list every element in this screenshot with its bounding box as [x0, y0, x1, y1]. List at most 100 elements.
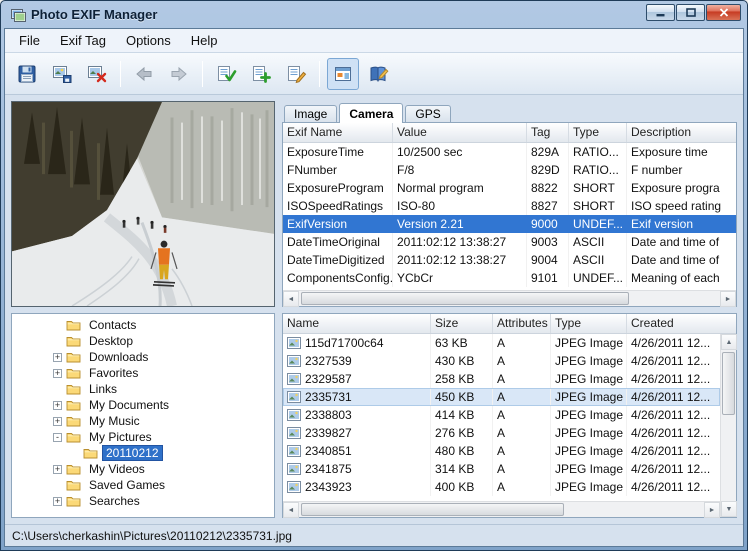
tree-item[interactable]: + My Videos — [12, 461, 274, 477]
file-row[interactable]: 2343923 400 KB A JPEG Image 4/26/2011 12… — [283, 478, 720, 496]
maximize-button[interactable] — [676, 4, 705, 21]
scrollbar-thumb[interactable] — [301, 503, 564, 516]
file-row[interactable]: 2341875 314 KB A JPEG Image 4/26/2011 12… — [283, 460, 720, 478]
column-header[interactable]: Created — [627, 314, 736, 333]
tree-expander-icon[interactable]: + — [53, 465, 62, 474]
column-header[interactable]: Tag — [527, 123, 569, 142]
tree-expander-icon[interactable] — [53, 481, 62, 490]
minimize-button[interactable] — [646, 4, 675, 21]
file-horizontal-scrollbar[interactable]: ◄ ► — [283, 501, 720, 517]
scrollbar-track[interactable] — [299, 291, 720, 306]
delete-exif-button[interactable] — [81, 58, 113, 90]
status-path-text: C:\Users\cherkashin\Pictures\20110212\23… — [12, 529, 292, 543]
folder-icon — [66, 495, 81, 507]
tree-item[interactable]: Desktop — [12, 333, 274, 349]
save-button[interactable] — [11, 58, 43, 90]
exif-row[interactable]: ExposureTime 10/2500 sec 829A RATIO... E… — [283, 143, 736, 161]
tree-item[interactable]: + Downloads — [12, 349, 274, 365]
exif-row[interactable]: ISOSpeedRatings ISO-80 8827 SHORT ISO sp… — [283, 197, 736, 215]
save-icon — [16, 63, 38, 85]
column-header[interactable]: Type — [551, 314, 627, 333]
tab[interactable]: GPS — [405, 105, 450, 122]
menu-item[interactable]: Options — [116, 30, 181, 51]
scroll-down-button[interactable]: ▼ — [721, 501, 737, 517]
tab[interactable]: Camera — [339, 103, 403, 123]
exif-row[interactable]: ExposureProgram Normal program 8822 SHOR… — [283, 179, 736, 197]
file-row[interactable]: 2327539 430 KB A JPEG Image 4/26/2011 12… — [283, 352, 720, 370]
exif-description-cell: Exif version — [627, 215, 736, 233]
tree-item[interactable]: - My Pictures — [12, 429, 274, 445]
file-vertical-scrollbar[interactable]: ▲ ▼ — [720, 334, 736, 517]
title-bar[interactable]: Photo EXIF Manager — [4, 1, 744, 28]
folder-icon — [66, 319, 81, 331]
tree-expander-icon[interactable] — [53, 321, 62, 330]
column-header[interactable]: Attributes — [493, 314, 551, 333]
file-name-cell: 2340851 — [283, 442, 431, 460]
exif-row[interactable]: DateTimeDigitized 2011:02:12 13:38:27 90… — [283, 251, 736, 269]
tree-expander-icon[interactable]: + — [53, 497, 62, 506]
file-size-cell: 63 KB — [431, 334, 493, 352]
scrollbar-thumb[interactable] — [301, 292, 629, 305]
tree-item[interactable]: + My Documents — [12, 397, 274, 413]
tree-expander-icon[interactable]: + — [53, 369, 62, 378]
scroll-right-button[interactable]: ► — [720, 291, 736, 307]
tree-item[interactable]: + My Music — [12, 413, 274, 429]
tree-expander-icon[interactable] — [53, 385, 62, 394]
tree-item[interactable]: Contacts — [12, 317, 274, 333]
help-book-button[interactable] — [362, 58, 394, 90]
column-header[interactable]: Name — [283, 314, 431, 333]
column-header[interactable]: Description — [627, 123, 736, 142]
file-row[interactable]: 2335731 450 KB A JPEG Image 4/26/2011 12… — [283, 388, 720, 406]
add-tag-button[interactable] — [245, 58, 277, 90]
tab[interactable]: Image — [284, 105, 337, 122]
tree-expander-icon[interactable]: + — [53, 401, 62, 410]
menu-item[interactable]: Exif Tag — [50, 30, 116, 51]
scrollbar-track[interactable] — [721, 350, 736, 501]
file-row[interactable]: 2340851 480 KB A JPEG Image 4/26/2011 12… — [283, 442, 720, 460]
scroll-left-button[interactable]: ◄ — [283, 291, 299, 307]
undo-button[interactable] — [128, 58, 160, 90]
preview-toggle-button[interactable] — [327, 58, 359, 90]
tree-item-label: Contacts — [85, 317, 140, 333]
close-button[interactable] — [706, 4, 741, 21]
file-row[interactable]: 2329587 258 KB A JPEG Image 4/26/2011 12… — [283, 370, 720, 388]
file-row[interactable]: 115d71700c64 63 KB A JPEG Image 4/26/201… — [283, 334, 720, 352]
tree-expander-icon[interactable]: + — [53, 353, 62, 362]
exif-type-cell: UNDEF... — [569, 269, 627, 287]
file-attributes-cell: A — [493, 406, 551, 424]
exif-row[interactable]: DateTimeOriginal 2011:02:12 13:38:27 900… — [283, 233, 736, 251]
exif-row[interactable]: FNumber F/8 829D RATIO... F number — [283, 161, 736, 179]
scrollbar-track[interactable] — [299, 502, 704, 517]
scroll-up-button[interactable]: ▲ — [721, 334, 737, 350]
tree-expander-icon[interactable]: + — [53, 417, 62, 426]
tree-expander-icon[interactable]: - — [53, 433, 62, 442]
exif-tag-cell: 829A — [527, 143, 569, 161]
file-row[interactable]: 2339827 276 KB A JPEG Image 4/26/2011 12… — [283, 424, 720, 442]
scroll-right-button[interactable]: ► — [704, 502, 720, 518]
apply-tag-button[interactable] — [210, 58, 242, 90]
column-header[interactable]: Size — [431, 314, 493, 333]
exif-row[interactable]: ComponentsConfig... YCbCr 9101 UNDEF... … — [283, 269, 736, 287]
tree-item[interactable]: 20110212 — [12, 445, 274, 461]
column-header[interactable]: Exif Name — [283, 123, 393, 142]
redo-button[interactable] — [163, 58, 195, 90]
exif-horizontal-scrollbar[interactable]: ◄ ► — [283, 290, 736, 306]
exif-row[interactable]: ExifVersion Version 2.21 9000 UNDEF... E… — [283, 215, 736, 233]
menu-item[interactable]: File — [9, 30, 50, 51]
exif-tag-cell: 9004 — [527, 251, 569, 269]
tree-item[interactable]: + Searches — [12, 493, 274, 509]
tree-item[interactable]: Links — [12, 381, 274, 397]
column-header[interactable]: Value — [393, 123, 527, 142]
scroll-left-button[interactable]: ◄ — [283, 502, 299, 518]
scrollbar-thumb[interactable] — [722, 352, 735, 415]
tree-item[interactable]: + Favorites — [12, 365, 274, 381]
file-row[interactable]: 2338803 414 KB A JPEG Image 4/26/2011 12… — [283, 406, 720, 424]
edit-tag-button[interactable] — [280, 58, 312, 90]
menu-item[interactable]: Help — [181, 30, 228, 51]
column-header[interactable]: Type — [569, 123, 627, 142]
tree-expander-icon[interactable] — [53, 337, 62, 346]
app-window: Photo EXIF Manager FileExif TagOptionsHe… — [0, 0, 748, 551]
tree-expander-icon[interactable] — [70, 449, 79, 458]
tree-item[interactable]: Saved Games — [12, 477, 274, 493]
save-image-button[interactable] — [46, 58, 78, 90]
